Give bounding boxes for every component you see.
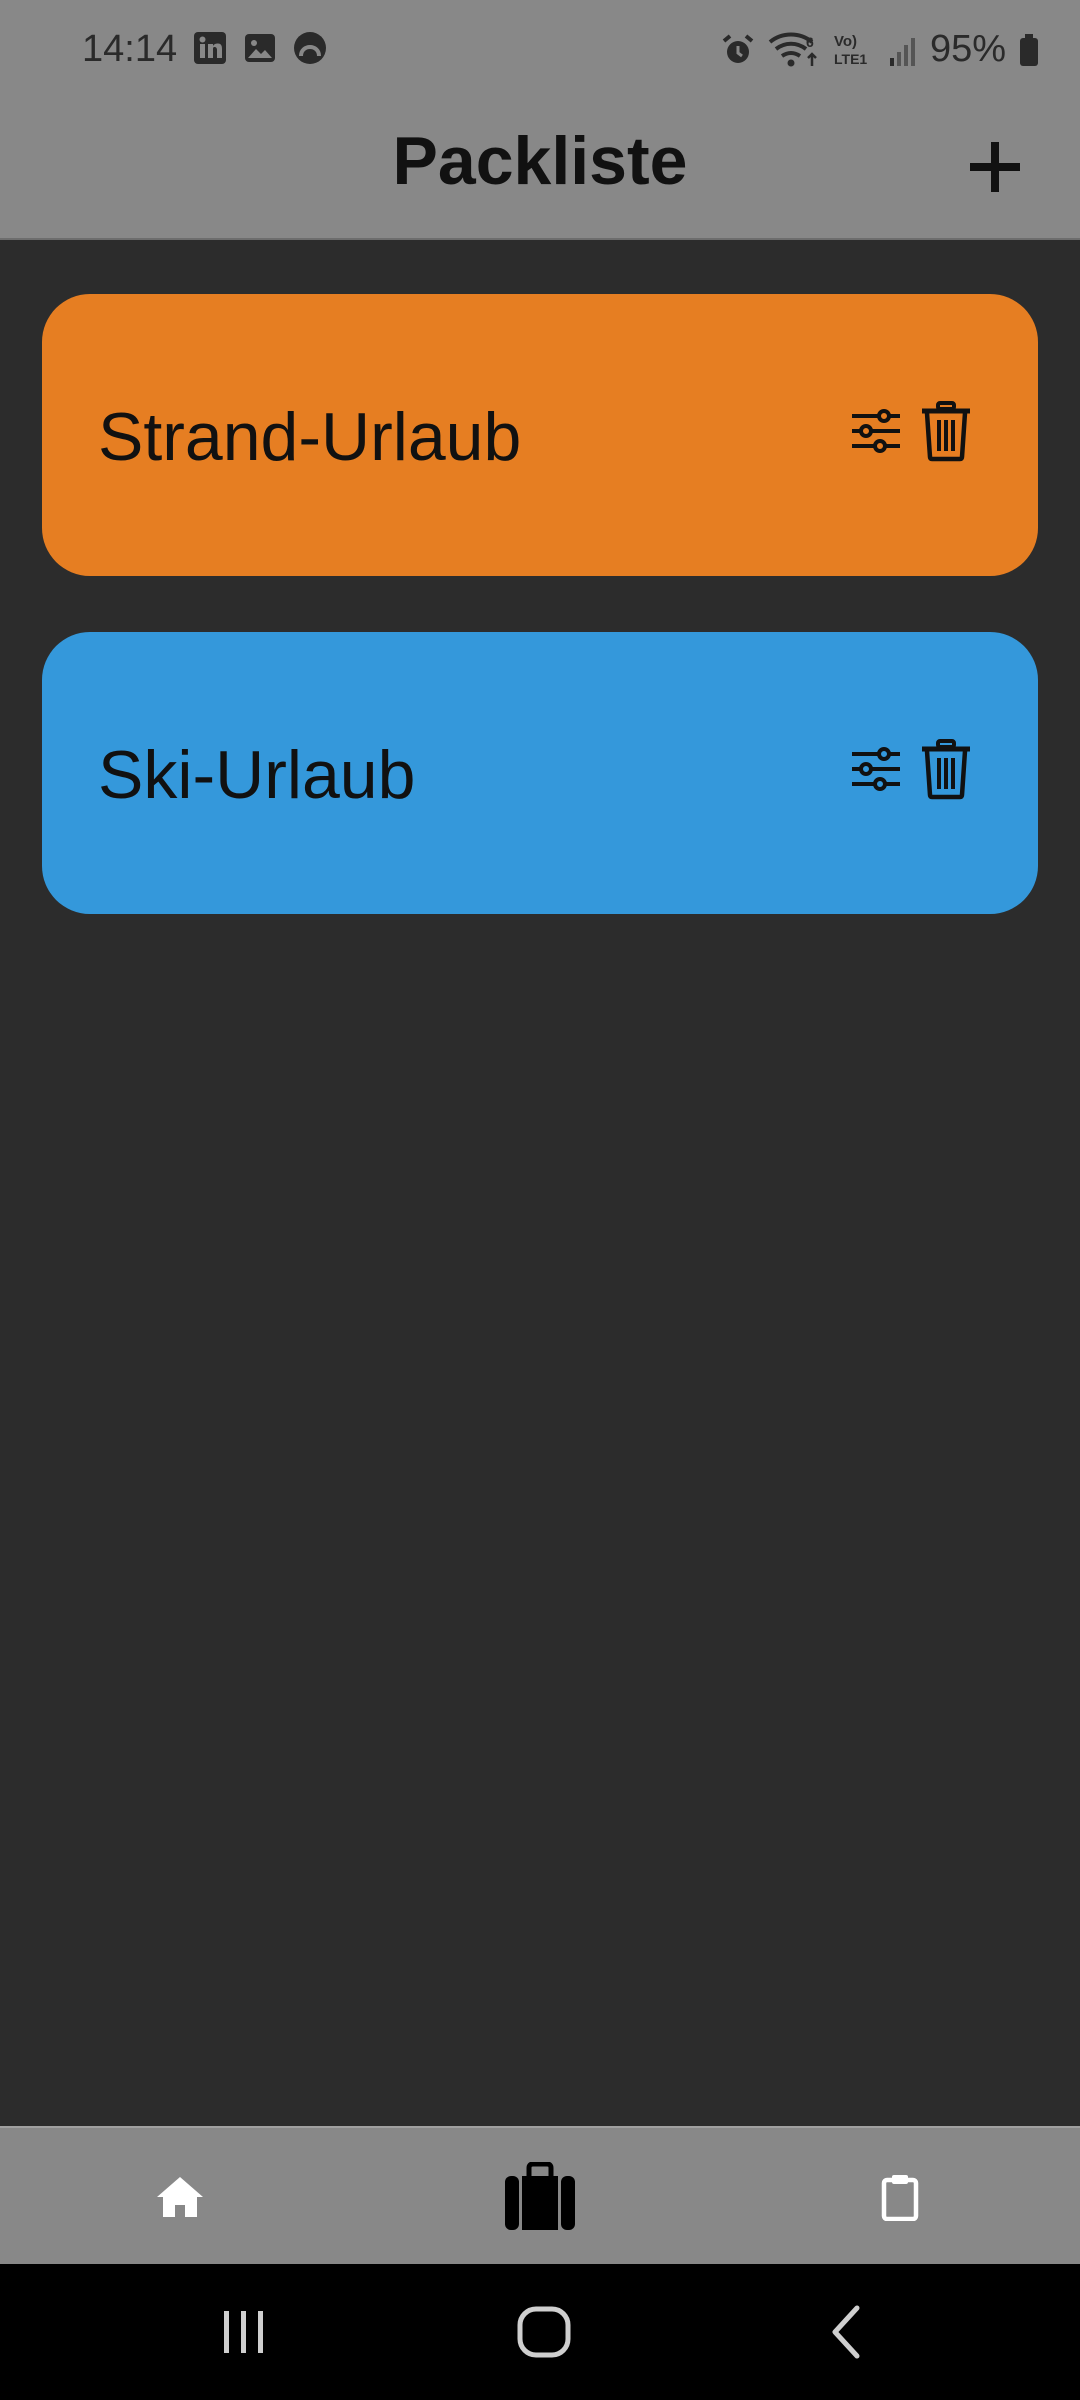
sliders-icon[interactable] <box>848 400 904 462</box>
trash-icon[interactable] <box>918 738 974 800</box>
recent-apps-icon <box>224 2311 263 2353</box>
home-icon <box>157 2177 203 2217</box>
sliders-icon[interactable] <box>848 738 904 800</box>
recent-apps-button[interactable] <box>184 2282 304 2382</box>
app-notification-icon <box>294 32 326 64</box>
trash-icon[interactable] <box>918 400 974 462</box>
suitcase-icon <box>505 2162 575 2230</box>
linkedin-icon <box>194 32 226 64</box>
lte-label: LTE1 <box>834 51 867 67</box>
list-card-label: Strand-Urlaub <box>98 399 522 475</box>
status-bar: 14:14 6 Vo) LTE1 95% <box>0 0 1080 100</box>
status-left-icons <box>192 30 328 66</box>
gallery-icon <box>245 34 275 62</box>
alarm-icon <box>722 33 754 63</box>
signal-icon <box>889 37 915 66</box>
nav-packlists[interactable] <box>460 2128 620 2266</box>
status-right-icons: 6 Vo) LTE1 95% <box>720 28 1040 71</box>
packing-list: Strand-Urlaub Ski-Urlaub <box>42 294 1038 970</box>
home-button-icon <box>517 2306 571 2358</box>
volte-label: Vo) <box>834 33 857 50</box>
nav-home[interactable] <box>100 2128 260 2266</box>
volte-lte1-icon: Vo) LTE1 <box>834 33 867 67</box>
back-button[interactable] <box>788 2282 908 2382</box>
wifi-badge: 6 <box>806 34 814 50</box>
list-card-strand-urlaub[interactable]: Strand-Urlaub <box>42 294 1038 576</box>
list-card-actions <box>848 400 974 462</box>
battery-percent: 95% <box>929 28 1006 70</box>
clipboard-icon <box>881 2175 919 2221</box>
wifi-6-icon: 6 <box>768 32 817 66</box>
nav-checklist[interactable] <box>820 2128 980 2266</box>
battery-icon <box>1020 33 1038 66</box>
list-card-actions <box>848 738 974 800</box>
system-nav-bar <box>0 2264 1080 2400</box>
status-time: 14:14 <box>82 28 178 70</box>
back-icon <box>832 2305 860 2359</box>
list-card-label: Ski-Urlaub <box>98 737 416 813</box>
home-button[interactable] <box>484 2282 604 2382</box>
add-list-button[interactable] <box>950 122 1040 212</box>
bottom-nav <box>0 2126 1080 2266</box>
page-title: Packliste <box>392 123 688 199</box>
app-bar: Packliste <box>0 100 1080 240</box>
list-card-ski-urlaub[interactable]: Ski-Urlaub <box>42 632 1038 914</box>
plus-icon <box>970 142 1020 192</box>
